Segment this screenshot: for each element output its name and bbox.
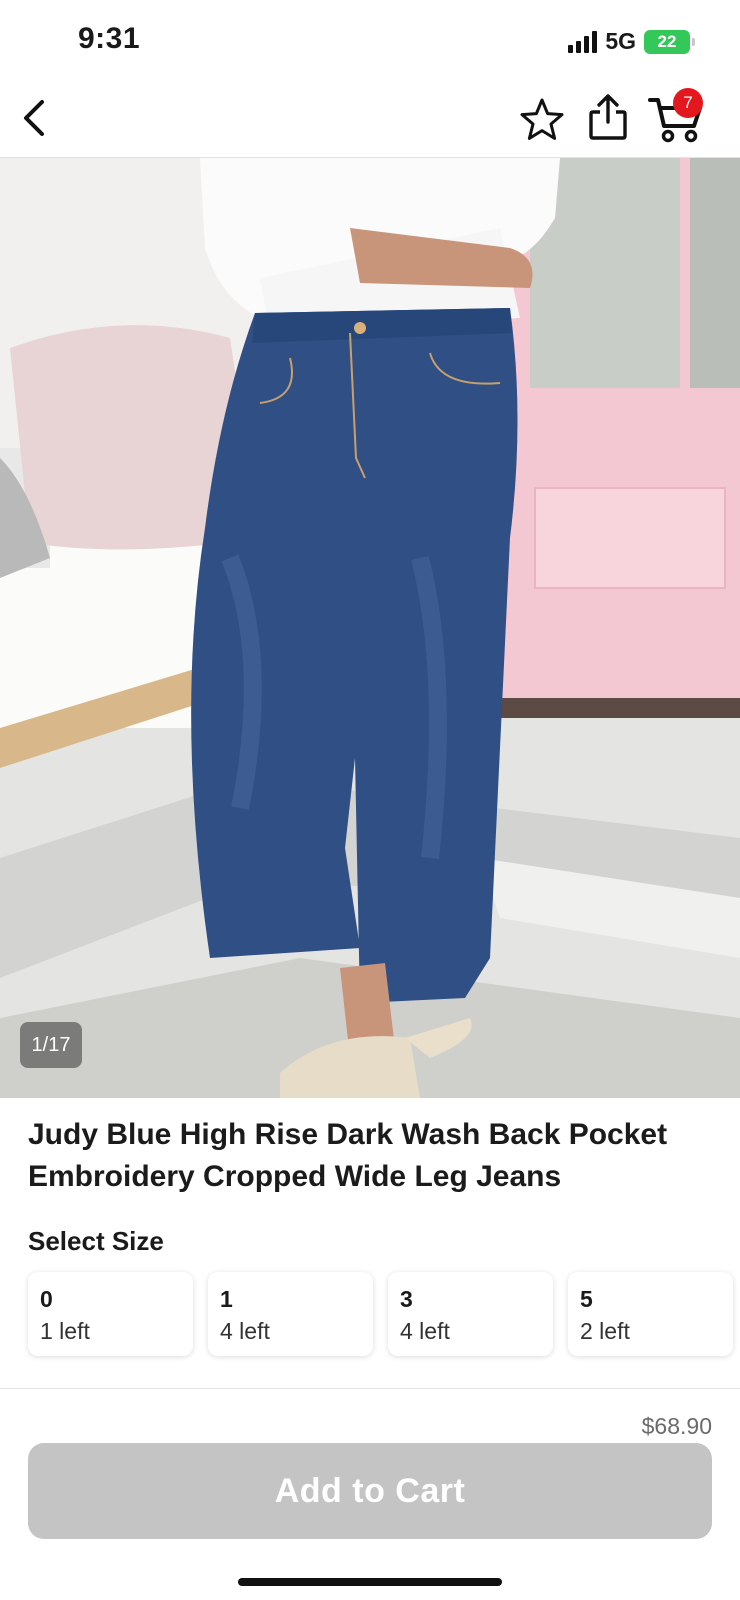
size-option-0[interactable]: 0 1 left — [28, 1272, 193, 1356]
size-stock: 4 left — [220, 1318, 270, 1344]
back-icon — [24, 100, 44, 136]
battery-icon: 22 — [644, 29, 695, 54]
size-value: 1 — [220, 1286, 233, 1312]
size-option-5[interactable]: 5 2 left — [568, 1272, 733, 1356]
size-option-3[interactable]: 3 4 left — [388, 1272, 553, 1356]
size-options: 0 1 left 1 4 left 3 4 left 5 2 left — [28, 1272, 733, 1356]
add-to-cart-button[interactable]: Add to Cart — [28, 1443, 712, 1539]
home-indicator[interactable] — [238, 1578, 502, 1586]
image-counter: 1/17 — [20, 1022, 82, 1068]
size-option-1[interactable]: 1 4 left — [208, 1272, 373, 1356]
network-type: 5G — [605, 28, 636, 54]
size-value: 0 — [40, 1286, 53, 1312]
battery-level: 22 — [657, 31, 677, 51]
back-button[interactable] — [16, 96, 60, 140]
product-details: Judy Blue High Rise Dark Wash Back Pocke… — [0, 1098, 740, 1388]
size-stock: 2 left — [580, 1318, 630, 1344]
share-button[interactable] — [585, 92, 631, 142]
price: $68.90 — [641, 1413, 712, 1439]
status-time: 9:31 — [78, 22, 141, 55]
status-indicators: 5G 22 — [568, 28, 695, 55]
cart-count-badge: 7 — [673, 88, 703, 118]
nav-bar — [0, 80, 740, 158]
size-value: 5 — [580, 1286, 593, 1312]
status-bar: 9:31 5G 22 — [0, 0, 740, 80]
favorite-button[interactable] — [518, 96, 566, 144]
size-stock: 4 left — [400, 1318, 450, 1344]
star-icon — [520, 98, 564, 140]
signal-icon — [568, 30, 598, 53]
purchase-footer: $68.90 Add to Cart — [0, 1388, 740, 1600]
product-image[interactable] — [0, 158, 740, 1098]
size-stock: 1 left — [40, 1318, 90, 1344]
product-photo — [0, 158, 740, 1098]
size-value: 3 — [400, 1286, 413, 1312]
size-label: Select Size — [28, 1226, 164, 1256]
product-title: Judy Blue High Rise Dark Wash Back Pocke… — [28, 1118, 668, 1193]
share-icon — [589, 94, 627, 140]
